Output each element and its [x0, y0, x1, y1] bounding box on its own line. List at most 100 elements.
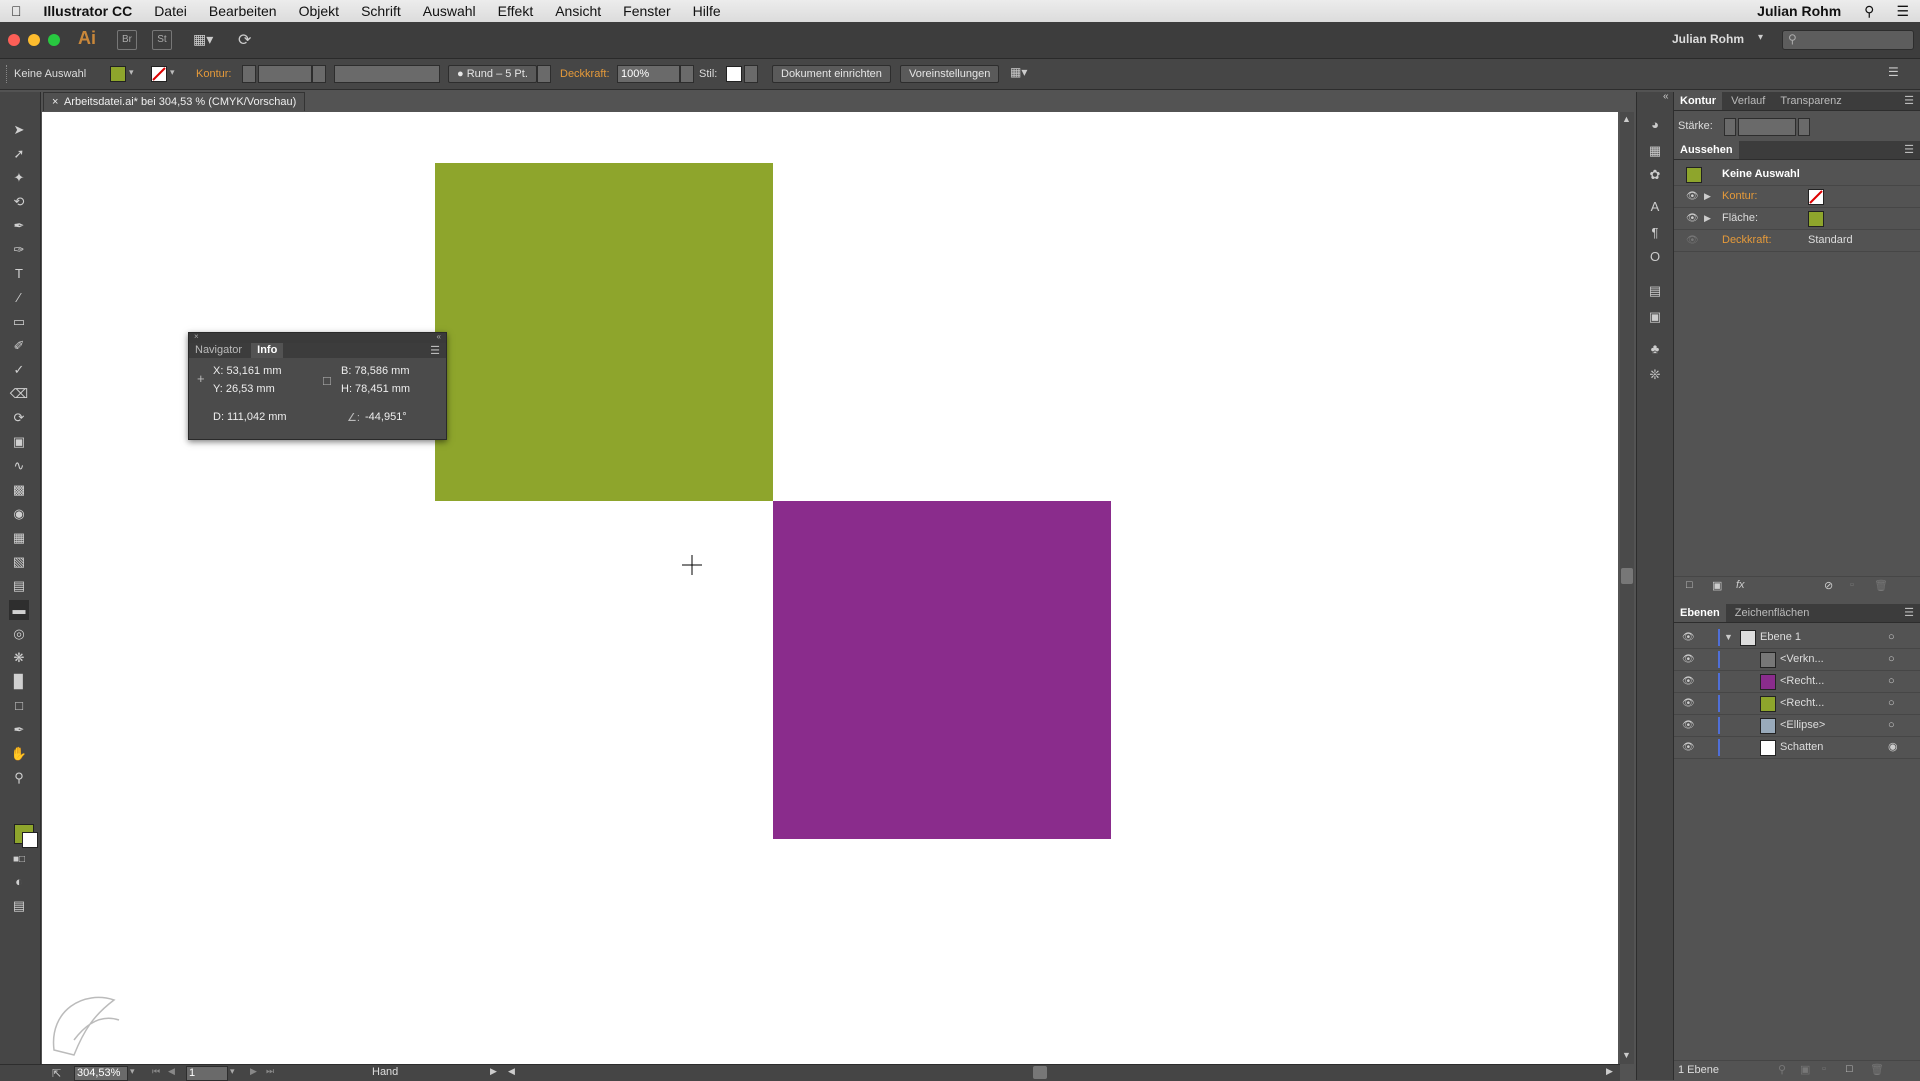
artboard-dropdown-icon[interactable]: ▾ — [230, 1066, 235, 1077]
appearance-stroke-swatch[interactable] — [1808, 189, 1824, 205]
stroke-weight-input[interactable] — [1738, 118, 1796, 136]
clear-appearance-icon[interactable]: ⊘ — [1824, 579, 1833, 592]
visibility-eye-icon[interactable]: 👁 — [1686, 230, 1699, 251]
add-effect-icon[interactable]: fx — [1736, 579, 1745, 591]
search-field[interactable]: ⚲ — [1782, 30, 1914, 50]
menu-schrift[interactable]: Schrift — [350, 0, 412, 22]
scroll-left-icon[interactable]: ◀ — [508, 1066, 515, 1077]
layer-item-row[interactable]: 👁 <Verkn... ○ — [1674, 649, 1920, 671]
menu-app-name[interactable]: Illustrator CC — [33, 0, 144, 22]
tab-zeichenflaechen[interactable]: Zeichenflächen — [1729, 604, 1816, 622]
first-artboard-icon[interactable]: ⏮ — [152, 1066, 160, 1077]
stroke-weight-stepper-panel[interactable] — [1724, 118, 1736, 136]
collapse-panel-icon[interactable]: « — [437, 332, 441, 341]
visibility-eye-icon[interactable]: 👁 — [1682, 737, 1695, 758]
artboard-tool-icon[interactable]: □ — [9, 696, 29, 716]
color-mode-icon[interactable]: ■□ — [9, 850, 29, 870]
zoom-window-button[interactable] — [48, 34, 60, 46]
info-panel-titlebar[interactable]: × « — [189, 332, 446, 343]
add-fill-icon[interactable]: ▣ — [1712, 579, 1722, 592]
gpu-performance-icon[interactable]: ⟳ — [238, 30, 251, 50]
tab-ebenen[interactable]: Ebenen — [1674, 604, 1726, 622]
brushes-icon[interactable]: ✿ — [1646, 166, 1664, 184]
layer-item-row[interactable]: 👁 <Recht... ○ — [1674, 693, 1920, 715]
close-window-button[interactable] — [8, 34, 20, 46]
chevron-down-icon[interactable]: ▾ — [1758, 32, 1763, 43]
eraser-tool-icon[interactable]: ⌫ — [9, 384, 29, 404]
slice-tool-icon[interactable]: ✒ — [9, 720, 29, 740]
control-bar-menu-icon[interactable]: ☰ — [1888, 65, 1899, 79]
draw-mode-icon[interactable]: ◐ — [9, 872, 29, 892]
opacity-slider-button[interactable] — [680, 65, 694, 83]
notification-list-icon[interactable]: ☰ — [1885, 0, 1920, 22]
new-sublayer-icon[interactable]: ▫ — [1822, 1063, 1826, 1075]
screen-mode-icon[interactable]: ▤ — [9, 896, 29, 916]
green-rectangle[interactable] — [435, 163, 773, 501]
add-stroke-icon[interactable]: □ — [1686, 579, 1693, 591]
spotlight-search-icon[interactable]: ⚲ — [1853, 0, 1885, 22]
mesh-tool-icon[interactable]: ▧ — [9, 552, 29, 572]
tab-verlauf[interactable]: Verlauf — [1725, 92, 1771, 110]
blend-tool-icon[interactable]: ◎ — [9, 624, 29, 644]
menu-fenster[interactable]: Fenster — [612, 0, 681, 22]
vertical-scrollbar[interactable]: ▲ ▼ — [1620, 112, 1634, 1064]
artboard-number-field[interactable]: 1 — [186, 1066, 228, 1081]
stroke-weight-dropdown[interactable] — [312, 65, 326, 83]
stroke-weight-field[interactable] — [258, 65, 312, 83]
appearance-stroke-label[interactable]: Kontur: — [1722, 186, 1757, 207]
perspective-grid-tool-icon[interactable]: ▦ — [9, 528, 29, 548]
graphic-styles-icon[interactable]: ❊ — [1646, 366, 1664, 384]
target-circle-icon[interactable]: ○ — [1888, 671, 1895, 692]
stock-button[interactable]: St — [152, 30, 172, 50]
color-guide-icon[interactable]: ◕ — [1646, 116, 1664, 134]
tab-kontur[interactable]: Kontur — [1674, 92, 1723, 110]
apple-icon[interactable]:  — [0, 0, 33, 22]
align-icon[interactable]: ▤ — [1646, 282, 1664, 300]
stroke-swatch[interactable] — [151, 66, 167, 82]
appearance-fill-swatch[interactable] — [1808, 211, 1824, 227]
visibility-eye-icon[interactable]: 👁 — [1682, 649, 1695, 670]
layer-expand-icon[interactable]: ▼ — [1724, 627, 1733, 648]
document-setup-button[interactable]: Dokument einrichten — [772, 65, 891, 83]
delete-layer-icon[interactable]: 🗑 — [1870, 1063, 1884, 1076]
blob-brush-tool-icon[interactable]: ✓ — [9, 360, 29, 380]
new-layer-icon[interactable]: □ — [1846, 1063, 1853, 1075]
target-circle-icon[interactable]: ○ — [1888, 649, 1895, 670]
clipping-mask-icon[interactable]: ▣ — [1800, 1063, 1810, 1076]
symbols-icon[interactable]: ♣ — [1646, 340, 1664, 358]
scroll-right-icon[interactable]: ▶ — [1606, 1066, 1613, 1077]
pathfinder-icon[interactable]: ▣ — [1646, 308, 1664, 326]
status-menu-arrow-icon[interactable]: ▶ — [490, 1066, 497, 1077]
document-tab[interactable]: × Arbeitsdatei.ai* bei 304,53 % (CMYK/Vo… — [43, 92, 306, 111]
selection-tool-icon[interactable]: ➤ — [9, 120, 29, 140]
paintbrush-tool-icon[interactable]: ✐ — [9, 336, 29, 356]
vertical-scroll-thumb[interactable] — [1621, 568, 1633, 584]
opacity-label[interactable]: Deckkraft: — [560, 65, 610, 83]
zoom-dropdown-icon[interactable]: ▾ — [130, 1066, 135, 1077]
opentype-icon[interactable]: O — [1646, 248, 1664, 266]
visibility-eye-icon[interactable]: 👁 — [1686, 186, 1699, 207]
target-circle-icon[interactable]: ○ — [1888, 715, 1895, 736]
graphic-style-swatch[interactable] — [726, 66, 742, 82]
menu-objekt[interactable]: Objekt — [288, 0, 350, 22]
symbol-sprayer-tool-icon[interactable]: ❋ — [9, 648, 29, 668]
appearance-opacity-row[interactable]: 👁 Deckkraft: Standard — [1674, 230, 1920, 252]
shape-builder-tool-icon[interactable]: ◉ — [9, 504, 29, 524]
brush-definition[interactable]: ● Rund – 5 Pt. — [448, 65, 537, 83]
character-icon[interactable]: A — [1646, 198, 1664, 216]
grip-handle[interactable] — [6, 65, 9, 83]
brush-dropdown[interactable] — [537, 65, 551, 83]
visibility-eye-icon[interactable]: 👁 — [1686, 208, 1699, 229]
bridge-button[interactable]: Br — [117, 30, 137, 50]
artboard-nav-icon[interactable]: ⇱ — [52, 1067, 61, 1080]
menu-datei[interactable]: Datei — [143, 0, 198, 22]
arrange-documents-icon[interactable]: ▦▾ — [193, 31, 217, 47]
layer-row[interactable]: 👁 ▼ Ebene 1 ○ — [1674, 627, 1920, 649]
scale-tool-icon[interactable]: ▣ — [9, 432, 29, 452]
artboard-canvas[interactable] — [42, 112, 1618, 1064]
layer-item-name[interactable]: <Ellipse> — [1780, 715, 1825, 736]
target-filled-circle-icon[interactable]: ◉ — [1888, 737, 1898, 758]
prev-artboard-icon[interactable]: ◀ — [168, 1066, 175, 1077]
hand-tool-icon[interactable]: ✋ — [9, 744, 29, 764]
stroke-weight-dropdown-panel[interactable] — [1798, 118, 1810, 136]
